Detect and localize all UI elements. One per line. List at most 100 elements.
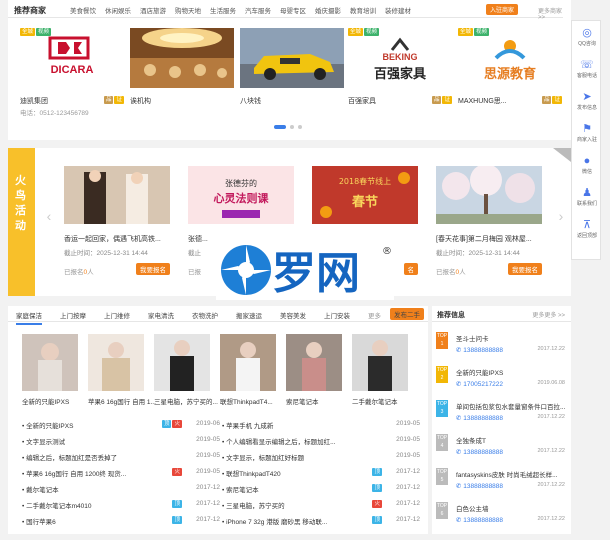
- list-item[interactable]: • 国行苹果6 顶 2017-12: [22, 514, 220, 527]
- more-merchants-link[interactable]: 更多商家 >>: [538, 6, 563, 21]
- list-item[interactable]: • 苹果手机 九成新 2019-05: [222, 418, 420, 431]
- merchant-card[interactable]: 全城 视频 BEKING 百强家具 百强家具 品证: [348, 28, 452, 116]
- merchant-image-car[interactable]: [240, 28, 344, 88]
- more-link[interactable]: 更多: [368, 310, 381, 320]
- product-name[interactable]: 联想ThinkpadT4...: [220, 396, 276, 406]
- tab-hotel[interactable]: 酒店旅游: [140, 5, 166, 15]
- carousel-dot[interactable]: [290, 125, 294, 129]
- product-name[interactable]: 三星电脑，苏宁买的...: [154, 396, 218, 406]
- list-item-title[interactable]: • 文字显示测试: [22, 436, 65, 446]
- sidebar-back-top[interactable]: ⊼ 返回顶部: [572, 215, 602, 245]
- list-item[interactable]: • 个人编辑看显示编辑之后，标题加红... 2019-05: [222, 434, 420, 447]
- tab-laundry[interactable]: 衣物洗护: [192, 310, 218, 320]
- recommend-item-title[interactable]: 全独条成T: [456, 435, 486, 445]
- sidebar-phone[interactable]: ☏ 客服电话: [572, 55, 602, 85]
- list-item-title[interactable]: • 文字显示，标题加红好标题: [222, 452, 304, 462]
- product-card[interactable]: 苹果6 16g国行 自用 1...: [88, 334, 156, 406]
- tab-food[interactable]: 美食餐饮: [70, 5, 96, 15]
- tab-life[interactable]: 生活服务: [210, 5, 236, 15]
- tab-decoration[interactable]: 装修建材: [385, 5, 411, 15]
- activity-image-couple[interactable]: [64, 166, 170, 224]
- recommend-item-phone[interactable]: ✆ 13888888888: [456, 482, 503, 490]
- product-name[interactable]: 二手戴尔笔记本: [352, 396, 408, 406]
- recommend-item-title[interactable]: 圣斗士问卡: [456, 333, 489, 343]
- recommend-item[interactable]: TOP 1 圣斗士问卡 ✆ 13888888888 2017.12.22: [432, 332, 571, 366]
- activity-title[interactable]: [春天花事]第二月梅园 观林屋...: [436, 234, 532, 244]
- recommend-item-phone[interactable]: ✆ 17005217222: [456, 380, 503, 388]
- sidebar-contact[interactable]: ♟ 联系我们: [572, 183, 602, 213]
- product-card[interactable]: 全新的只能IPXS: [22, 334, 78, 406]
- prev-arrow-icon[interactable]: ‹: [42, 208, 56, 228]
- recommend-item-phone[interactable]: ✆ 13888888888: [456, 516, 503, 524]
- list-item-title[interactable]: • 苹果手机 九成新: [222, 420, 273, 430]
- merchant-name[interactable]: 迪凯集团: [20, 96, 48, 106]
- list-item-title[interactable]: • 联想ThinkpadT420: [222, 468, 281, 478]
- recommend-item[interactable]: TOP 6 白色公主墙 ✆ 13888888888 2017.12.22: [432, 502, 571, 536]
- product-image[interactable]: [88, 334, 144, 391]
- tab-education[interactable]: 教育培训: [350, 5, 376, 15]
- tab-baby[interactable]: 母婴专区: [280, 5, 306, 15]
- list-item-title[interactable]: • 全新的只能IPXS: [22, 420, 73, 430]
- list-item-title[interactable]: • 索尼笔记本: [222, 484, 259, 494]
- list-item-title[interactable]: • iPhone 7 32g 港版 磨砂黑 移动联...: [222, 516, 327, 526]
- merchant-card[interactable]: 全城 视频 DICARA 迪凯集团 品证: [20, 28, 124, 116]
- product-image[interactable]: [154, 334, 210, 391]
- tab-leisure[interactable]: 休闲娱乐: [105, 5, 131, 15]
- list-item-title[interactable]: • 戴尔笔记本: [22, 484, 59, 494]
- product-card[interactable]: 二手戴尔笔记本: [352, 334, 408, 406]
- tab-beauty[interactable]: 美容美发: [280, 310, 306, 320]
- join-button[interactable]: 入驻商家: [486, 4, 519, 15]
- recommend-item-phone[interactable]: ✆ 13888888888: [456, 346, 503, 354]
- tab-auto[interactable]: 汽车服务: [245, 5, 271, 15]
- list-item[interactable]: • 文字显示测试 2019-05: [22, 434, 220, 447]
- recommend-item[interactable]: TOP 4 全独条成T ✆ 13888888888 2017.12.22: [432, 434, 571, 468]
- merchant-card[interactable]: 全城 视频 思源教育 MAXHUNG思... 品证: [458, 28, 562, 116]
- tab-install[interactable]: 上门安装: [324, 310, 350, 320]
- merchant-card[interactable]: 诶机构: [130, 28, 234, 116]
- merchant-name[interactable]: MAXHUNG思...: [458, 96, 507, 106]
- merchant-card[interactable]: 八块钱: [240, 28, 344, 116]
- tab-shopping[interactable]: 购物天地: [175, 5, 201, 15]
- merchant-name[interactable]: 诶机构: [130, 96, 151, 106]
- recommend-item[interactable]: TOP 5 fantasyskins皮肤 时尚毛绒超长样... ✆ 13888888…: [432, 468, 571, 502]
- recommend-item-title[interactable]: fantasyskins皮肤 时尚毛绒超长样...: [456, 469, 558, 479]
- tab-massage[interactable]: 上门按摩: [60, 310, 86, 320]
- recommend-item-phone[interactable]: ✆ 13888888888: [456, 414, 503, 422]
- list-item[interactable]: • 苹果6 16g国行 自用 1200终 现货... 火 2019-05: [22, 466, 220, 479]
- carousel-dot[interactable]: [298, 125, 302, 129]
- recommend-item-title[interactable]: 全新的只能IPXS: [456, 367, 503, 377]
- list-item[interactable]: • 全新的只能IPXS 顶火 2019-06: [22, 418, 220, 431]
- recommend-item-phone[interactable]: ✆ 13888888888: [456, 448, 503, 456]
- product-card[interactable]: 三星电脑，苏宁买的...: [154, 334, 218, 406]
- tab-appliance[interactable]: 家电清洗: [148, 310, 174, 320]
- list-item-title[interactable]: • 编辑之后，标题加红是否丢掉了: [22, 452, 117, 462]
- activity-title[interactable]: 张德...: [188, 234, 208, 244]
- merchant-logo-beking[interactable]: BEKING 百强家具: [348, 28, 452, 88]
- list-item[interactable]: • 二手戴尔笔记本m4010 顶 2017-12: [22, 498, 220, 511]
- product-name[interactable]: 苹果6 16g国行 自用 1...: [88, 396, 156, 406]
- activity-image-blossom[interactable]: [436, 166, 542, 224]
- list-item-title[interactable]: • 国行苹果6: [22, 516, 56, 526]
- post-secondhand-button[interactable]: 发布二手: [390, 308, 424, 320]
- activity-title[interactable]: 香运一起回家，偶遇飞机高铁...: [64, 234, 161, 244]
- carousel-dot-active[interactable]: [274, 125, 286, 129]
- sidebar-wechat[interactable]: ● 微信: [572, 151, 602, 181]
- recommend-item[interactable]: TOP 3 单间包括包浆包水套量窗条件口百拉... ✆ 13888888888 201…: [432, 400, 571, 434]
- list-item[interactable]: • 索尼笔记本 顶 2017-12: [222, 482, 420, 495]
- tab-cleaning[interactable]: 家庭保洁: [16, 310, 42, 325]
- list-item[interactable]: • 三星电脑，苏宁买的 火 2017-12: [222, 498, 420, 511]
- signup-button[interactable]: 名: [403, 263, 418, 275]
- product-name[interactable]: 全新的只能IPXS: [22, 396, 78, 406]
- list-item[interactable]: • 戴尔笔记本 2017-12: [22, 482, 220, 495]
- recommend-item-title[interactable]: 白色公主墙: [456, 503, 489, 513]
- tab-moving[interactable]: 搬家速运: [236, 310, 262, 320]
- product-image[interactable]: [22, 334, 78, 391]
- recommend-item-title[interactable]: 单间包括包浆包水套量窗条件口百拉...: [456, 401, 565, 411]
- merchant-logo-education[interactable]: 思源教育: [458, 28, 562, 88]
- activity-card[interactable]: [春天花事]第二月梅园 观林屋... 截止时间：2025-12-31 14:44…: [436, 166, 542, 286]
- merchant-name[interactable]: 百强家具: [348, 96, 376, 106]
- product-image[interactable]: [220, 334, 276, 391]
- product-name[interactable]: 索尼笔记本: [286, 396, 342, 406]
- activity-card[interactable]: 香运一起回家，偶遇飞机高铁... 截止时间：2025-12-31 14:44 已…: [64, 166, 170, 286]
- signup-button[interactable]: 我要报名: [508, 263, 542, 275]
